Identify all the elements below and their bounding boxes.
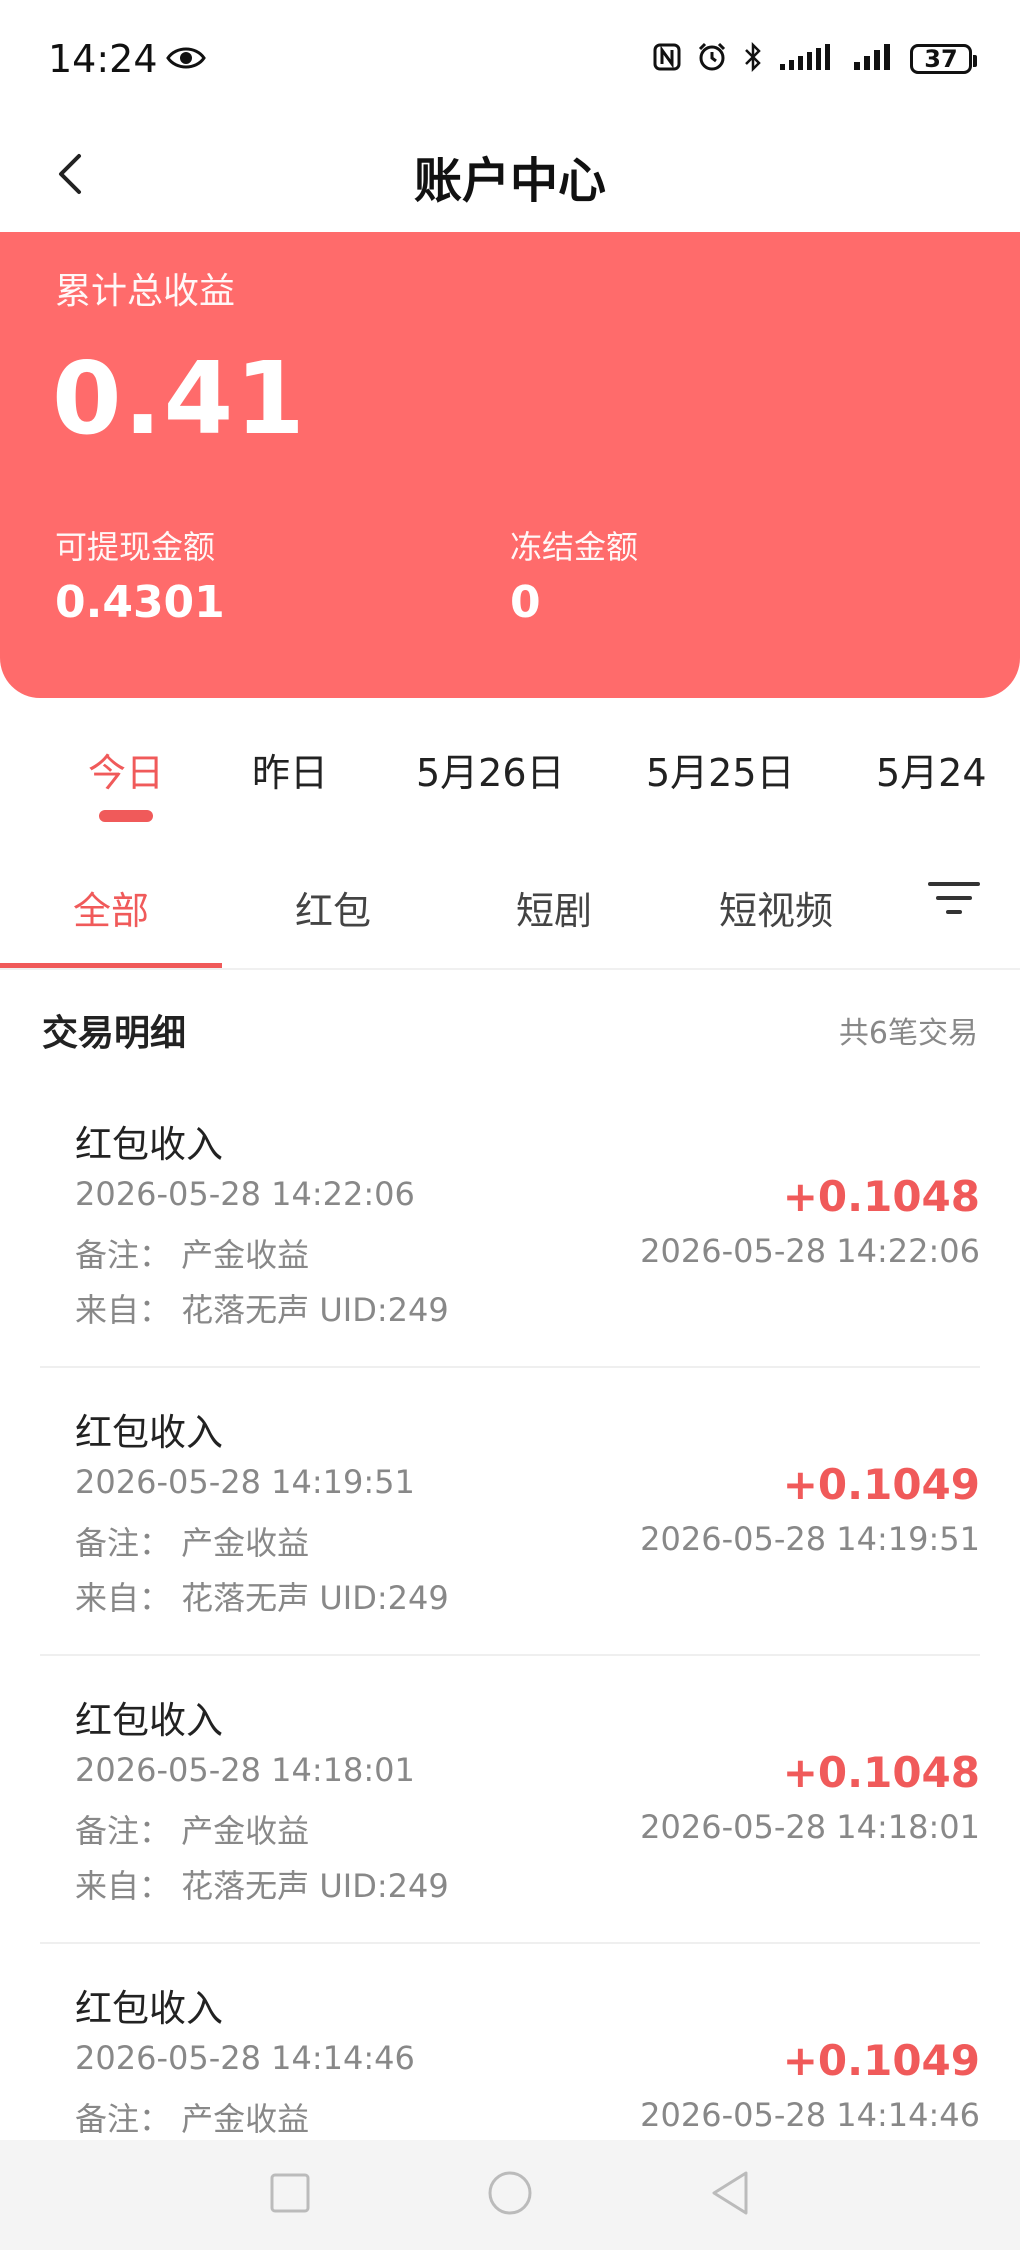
earnings-summary-card: 累计总收益 0.41 可提现金额 0.4301 冻结金额 0 xyxy=(0,232,1020,698)
status-right: 37 xyxy=(652,41,977,77)
square-icon[interactable] xyxy=(268,2171,312,2219)
date-tab-today[interactable]: 今日 xyxy=(88,742,164,797)
back-button[interactable] xyxy=(40,146,100,206)
transaction-note: 备注： 产金收益 xyxy=(75,1236,310,1274)
date-tab-indicator xyxy=(99,810,153,822)
transaction-time-right: 2026-05-28 14:14:46 xyxy=(640,2096,980,2134)
transaction-title: 红包收入 xyxy=(75,1123,223,1166)
total-earnings-value: 0.41 xyxy=(52,340,307,457)
transaction-time: 2026-05-28 14:19:51 xyxy=(75,1463,415,1501)
transaction-title: 红包收入 xyxy=(75,1699,223,1742)
date-tabs: 今日 昨日 5月26日 5月25日 5月24 xyxy=(0,720,1020,840)
withdrawable-label: 可提现金额 xyxy=(55,528,216,566)
transaction-note: 备注： 产金收益 xyxy=(75,1812,310,1850)
tab-short-video[interactable]: 短视频 xyxy=(719,880,833,935)
transaction-time-right: 2026-05-28 14:18:01 xyxy=(640,1808,980,1846)
transaction-note: 备注： 产金收益 xyxy=(75,1524,310,1562)
transaction-details-title: 交易明细 xyxy=(42,1013,187,1054)
circle-icon[interactable] xyxy=(486,2169,534,2221)
category-tabs: 全部 红包 短剧 短视频 xyxy=(0,850,1020,970)
triangle-back-icon[interactable] xyxy=(708,2169,752,2221)
transaction-details-header: 交易明细 共6笔交易 xyxy=(0,980,1020,1074)
transaction-item[interactable]: 红包收入 2026-05-28 14:19:51 备注： 产金收益 来自： 花落… xyxy=(40,1368,980,1656)
date-tab-may-25[interactable]: 5月25日 xyxy=(646,742,795,797)
status-time: 14:24 xyxy=(48,37,158,81)
alarm-icon xyxy=(696,41,728,77)
total-earnings-label: 累计总收益 xyxy=(55,271,236,312)
transaction-source: 来自： 花落无声 UID:249 xyxy=(75,1291,449,1329)
transaction-item[interactable]: 红包收入 2026-05-28 14:18:01 备注： 产金收益 来自： 花落… xyxy=(40,1656,980,1944)
transaction-source: 来自： 花落无声 UID:249 xyxy=(75,1867,449,1905)
signal-icon xyxy=(852,42,896,76)
tab-all[interactable]: 全部 xyxy=(73,880,149,935)
bluetooth-icon xyxy=(742,41,764,77)
tab-red-packet[interactable]: 红包 xyxy=(295,880,371,935)
header: 账户中心 xyxy=(0,118,1020,234)
system-navigation-bar xyxy=(0,2140,1020,2250)
transaction-count: 共6笔交易 xyxy=(838,1016,978,1051)
tab-short-drama[interactable]: 短剧 xyxy=(516,880,592,935)
transaction-time: 2026-05-28 14:18:01 xyxy=(75,1751,415,1789)
nfc-icon xyxy=(652,42,682,76)
transaction-note: 备注： 产金收益 xyxy=(75,2100,310,2138)
battery-icon: 37 xyxy=(910,44,977,74)
filter-button[interactable] xyxy=(926,878,982,934)
transaction-time-right: 2026-05-28 14:22:06 xyxy=(640,1232,980,1270)
home-button[interactable] xyxy=(475,2160,545,2230)
date-tab-may-26[interactable]: 5月26日 xyxy=(416,742,565,797)
transaction-amount: +0.1049 xyxy=(782,2036,980,2085)
frozen-value: 0 xyxy=(510,577,541,628)
filter-icon[interactable] xyxy=(926,882,982,922)
transaction-amount: +0.1048 xyxy=(782,1748,980,1797)
transaction-source: 来自： 花落无声 UID:249 xyxy=(75,1579,449,1617)
transaction-item[interactable]: 红包收入 2026-05-28 14:14:46 备注： 产金收益 +0.104… xyxy=(40,1944,980,2140)
transaction-amount: +0.1048 xyxy=(782,1172,980,1221)
system-back-button[interactable] xyxy=(695,2160,765,2230)
withdrawable-value: 0.4301 xyxy=(55,577,225,628)
status-bar: 14:24 37 xyxy=(0,0,1020,118)
status-left: 14:24 xyxy=(48,37,206,81)
page-title: 账户中心 xyxy=(413,153,606,209)
divider xyxy=(0,968,1020,970)
transaction-time-right: 2026-05-28 14:19:51 xyxy=(640,1520,980,1558)
date-tab-yesterday[interactable]: 昨日 xyxy=(252,742,328,797)
signal-icon xyxy=(778,42,838,76)
eye-icon xyxy=(165,37,206,81)
transaction-title: 红包收入 xyxy=(75,1987,223,2030)
transaction-time: 2026-05-28 14:14:46 xyxy=(75,2039,415,2077)
date-tab-may-24[interactable]: 5月24 xyxy=(876,742,987,797)
transaction-title: 红包收入 xyxy=(75,1411,223,1454)
frozen-label: 冻结金额 xyxy=(510,528,639,566)
transaction-list: 红包收入 2026-05-28 14:22:06 备注： 产金收益 来自： 花落… xyxy=(0,1080,1020,2140)
transaction-time: 2026-05-28 14:22:06 xyxy=(75,1175,415,1213)
transaction-amount: +0.1049 xyxy=(782,1460,980,1509)
chevron-left-icon[interactable] xyxy=(55,152,85,200)
recent-apps-button[interactable] xyxy=(255,2160,325,2230)
transaction-item[interactable]: 红包收入 2026-05-28 14:22:06 备注： 产金收益 来自： 花落… xyxy=(40,1080,980,1368)
